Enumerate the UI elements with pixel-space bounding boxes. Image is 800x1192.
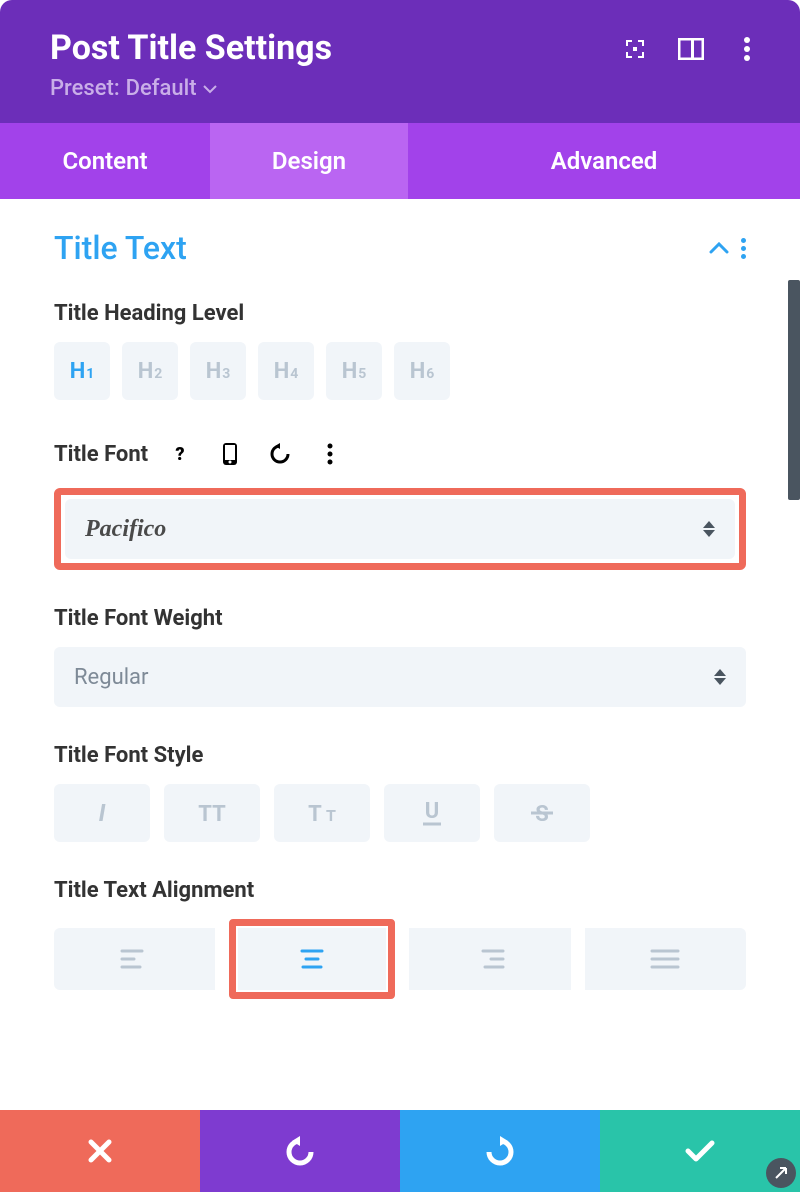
- align-center[interactable]: [238, 928, 386, 990]
- redo-button[interactable]: [400, 1110, 600, 1192]
- font-weight-label: Title Font Weight: [54, 606, 746, 631]
- cancel-button[interactable]: [0, 1110, 200, 1192]
- heading-level-group: H1 H2 H3 H4 H5 H6: [54, 342, 746, 400]
- style-underline[interactable]: U: [384, 784, 480, 842]
- font-label: Title Font: [54, 442, 148, 467]
- heading-h2[interactable]: H2: [122, 342, 178, 400]
- heading-h6[interactable]: H6: [394, 342, 450, 400]
- font-weight-select[interactable]: Regular: [54, 647, 746, 707]
- expand-icon[interactable]: [622, 36, 648, 62]
- section-more-icon[interactable]: [741, 238, 746, 259]
- font-select[interactable]: Pacifico: [65, 499, 735, 559]
- svg-text:I: I: [99, 799, 106, 827]
- align-right[interactable]: [409, 928, 570, 990]
- field-more-icon[interactable]: [312, 436, 348, 472]
- heading-h1[interactable]: H1: [54, 342, 110, 400]
- align-justify[interactable]: [585, 928, 746, 990]
- heading-h3[interactable]: H3: [190, 342, 246, 400]
- section-title[interactable]: Title Text: [54, 229, 187, 267]
- more-icon[interactable]: [734, 36, 760, 62]
- panel-title: Post Title Settings: [50, 28, 332, 68]
- svg-text:?: ?: [176, 444, 185, 464]
- footer-actions: [0, 1110, 800, 1192]
- svg-text:T: T: [308, 802, 322, 827]
- align-left[interactable]: [54, 928, 215, 990]
- heading-h4[interactable]: H4: [258, 342, 314, 400]
- chevron-up-icon[interactable]: [709, 238, 729, 258]
- reset-icon[interactable]: [262, 436, 298, 472]
- font-highlight: Pacifico: [54, 488, 746, 570]
- undo-button[interactable]: [200, 1110, 400, 1192]
- mobile-icon[interactable]: [212, 436, 248, 472]
- heading-h5[interactable]: H5: [326, 342, 382, 400]
- heading-level-label: Title Heading Level: [54, 301, 746, 326]
- select-arrows-icon: [714, 669, 726, 685]
- align-center-highlight: [229, 919, 395, 999]
- layout-icon[interactable]: [678, 36, 704, 62]
- svg-text:TT: TT: [198, 802, 226, 827]
- font-style-group: I TT TT U S: [54, 784, 746, 842]
- select-arrows-icon: [703, 521, 715, 537]
- style-smallcaps[interactable]: TT: [274, 784, 370, 842]
- tab-advanced[interactable]: Advanced: [408, 123, 800, 199]
- alignment-group: [54, 919, 746, 999]
- help-icon[interactable]: ?: [162, 436, 198, 472]
- font-style-label: Title Font Style: [54, 743, 746, 768]
- resize-handle[interactable]: [766, 1158, 796, 1188]
- alignment-label: Title Text Alignment: [54, 878, 746, 903]
- panel-header: Post Title Settings Preset: Default: [0, 0, 800, 123]
- svg-text:T: T: [326, 806, 336, 825]
- tab-design[interactable]: Design: [210, 123, 408, 199]
- style-uppercase[interactable]: TT: [164, 784, 260, 842]
- chevron-down-icon: [203, 84, 217, 94]
- tab-content[interactable]: Content: [0, 123, 210, 199]
- scrollbar[interactable]: [788, 280, 800, 500]
- tabs: Content Design Advanced: [0, 123, 800, 199]
- style-strikethrough[interactable]: S: [494, 784, 590, 842]
- style-italic[interactable]: I: [54, 784, 150, 842]
- svg-text:U: U: [425, 799, 440, 824]
- preset-dropdown[interactable]: Preset: Default: [50, 76, 332, 101]
